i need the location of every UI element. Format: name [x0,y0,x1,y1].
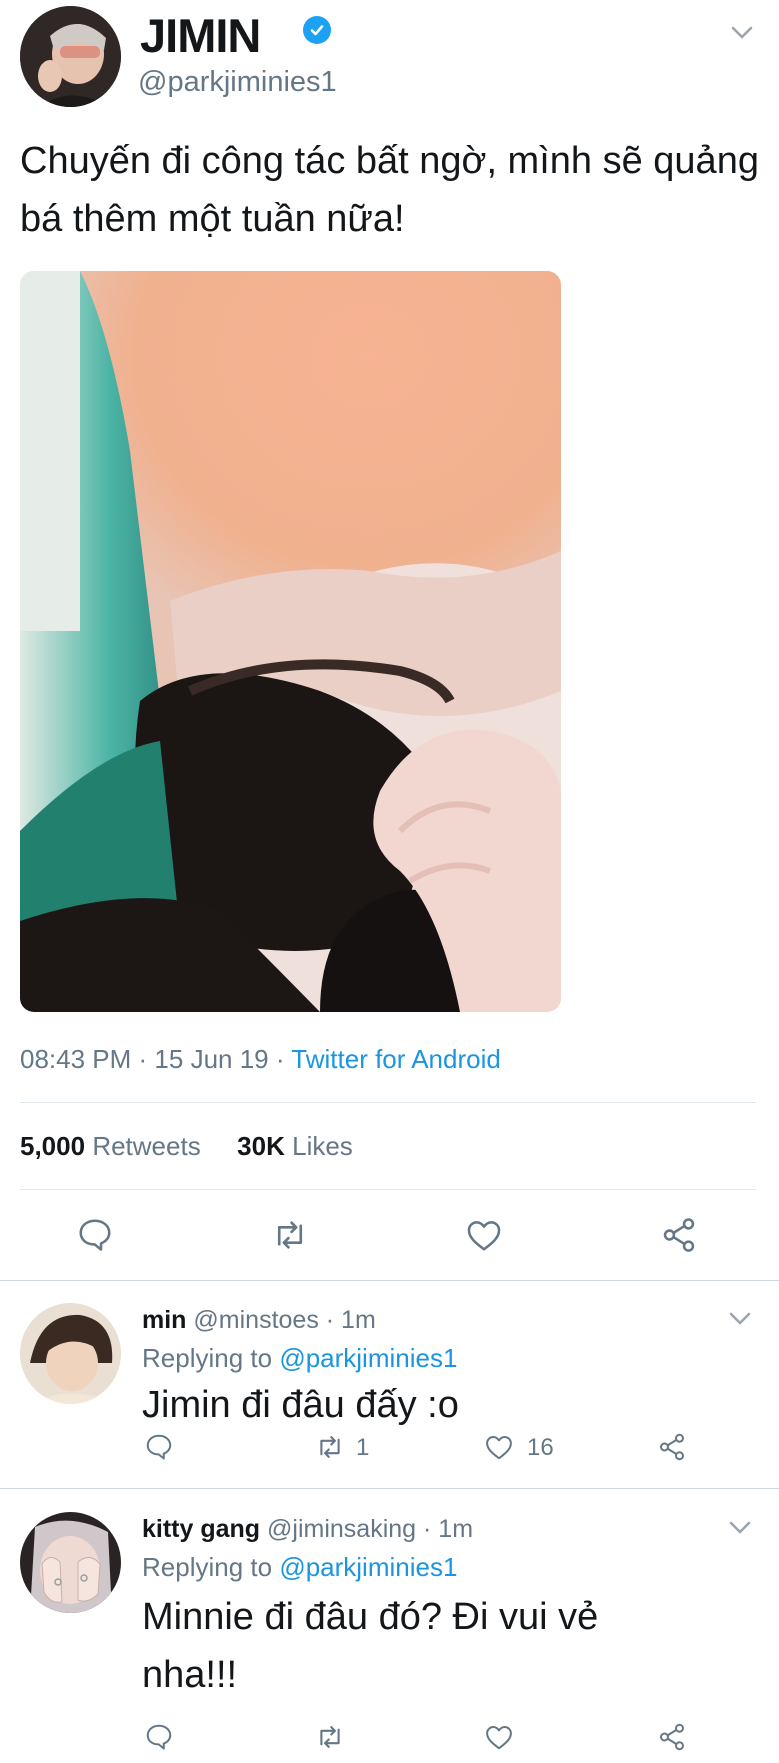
retweets-stat[interactable]: 5,000 Retweets [20,1131,201,1161]
reply-avatar[interactable] [20,1512,121,1613]
chevron-down-icon[interactable] [731,26,753,45]
meta-separator: · [318,1306,342,1334]
reply-button[interactable] [70,1213,120,1257]
like-icon [486,1436,512,1460]
share-button[interactable] [655,1430,689,1464]
tweet-photo[interactable] [20,271,561,1012]
divider [0,1488,779,1489]
reply-button[interactable] [142,1720,176,1754]
replying-to-handle[interactable]: @parkjiminies1 [279,1552,457,1582]
retweet-button[interactable] [312,1720,348,1754]
meta-separator: · [138,1044,155,1074]
reply-avatar[interactable] [20,1303,121,1404]
reply-button[interactable] [142,1430,176,1464]
reply-icon [79,1219,111,1251]
reply-header: min @minstoes · 1m [142,1306,376,1335]
like-icon [467,1221,501,1251]
chevron-down-icon[interactable] [729,1521,751,1540]
author-avatar[interactable] [20,6,121,107]
tweet-time: 08:43 PM [20,1044,132,1074]
reply-author-handle[interactable]: @minstoes [193,1306,318,1334]
share-button[interactable] [654,1213,704,1257]
replying-to: Replying to @parkjiminies1 [142,1343,457,1374]
author-handle[interactable]: @parkjiminies1 [138,66,337,99]
reply-author-handle[interactable]: @jiminsaking [267,1515,416,1543]
tweet-client-link[interactable]: Twitter for Android [291,1044,501,1074]
divider [20,1189,756,1190]
retweet-icon [320,1726,340,1748]
reply-age: 1m [341,1306,376,1334]
verified-badge-icon [303,16,331,44]
like-count: 16 [527,1434,554,1461]
divider [0,1280,779,1281]
retweet-button[interactable] [312,1430,348,1464]
meta-separator: · [275,1044,292,1074]
meta-separator: · [416,1515,439,1543]
tweet-date: 15 Jun 19 [154,1044,269,1074]
retweet-button[interactable] [265,1213,315,1257]
reply-icon [146,1724,172,1750]
chevron-down-icon[interactable] [729,1312,751,1331]
like-label: Likes [292,1131,353,1161]
reply-author-name[interactable]: min [142,1306,186,1334]
divider [20,1102,756,1103]
retweet-count: 1 [356,1434,370,1461]
author-name[interactable]: JIMIN [140,8,261,63]
replying-to-handle[interactable]: @parkjiminies1 [279,1343,457,1373]
retweet-icon [320,1436,340,1458]
reply-icon [146,1434,172,1460]
reply-text: Jimin đi đâu đấy :o [142,1384,459,1426]
like-button[interactable] [482,1430,516,1464]
reply-header: kitty gang @jiminsaking · 1m [142,1515,473,1544]
replying-prefix: Replying to [142,1343,273,1373]
replying-to: Replying to @parkjiminies1 [142,1552,457,1583]
tweet-text: Chuyến đi công tác bất ngờ, mình sẽ quản… [20,140,759,240]
retweet-count: 5,000 [20,1131,86,1161]
share-icon [660,1723,684,1751]
like-button[interactable] [482,1720,516,1754]
likes-stat[interactable]: 30K Likes [237,1131,353,1161]
like-icon [486,1726,512,1750]
replying-prefix: Replying to [142,1552,273,1582]
share-icon [663,1218,695,1252]
tweet-meta: 08:43 PM · 15 Jun 19 · Twitter for Andro… [20,1044,501,1075]
like-count: 30K [237,1131,285,1161]
reply-text: Minnie đi đâu đó? Đi vui vẻ nha!!! [142,1596,599,1696]
share-icon [660,1433,684,1461]
like-button[interactable] [459,1213,509,1257]
reply-author-name[interactable]: kitty gang [142,1515,260,1543]
share-button[interactable] [655,1720,689,1754]
reply-age: 1m [438,1515,474,1543]
retweet-icon [277,1221,303,1249]
retweet-label: Retweets [92,1131,201,1161]
tweet-stats: 5,000 Retweets 30K Likes [20,1131,353,1162]
